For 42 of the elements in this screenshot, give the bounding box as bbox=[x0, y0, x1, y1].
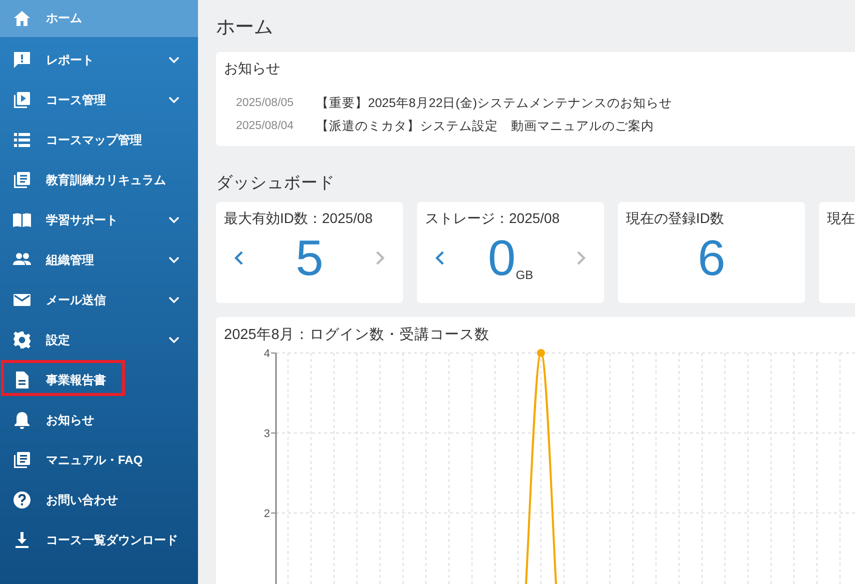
chart-title: 2025年8月：ログイン数・受講コース数 bbox=[224, 326, 490, 344]
stat-title: 現在 bbox=[827, 210, 855, 228]
notice-link[interactable]: 【重要】2025年8月22日(金)システムメンテナンスのお知らせ bbox=[316, 92, 672, 115]
stat-value: 0 bbox=[488, 230, 516, 286]
card-title: お知らせ bbox=[224, 60, 280, 78]
sidebar-item[interactable]: コースマップ管理 bbox=[0, 120, 198, 160]
stat-value: 5 bbox=[296, 230, 324, 286]
stat-value: 6 bbox=[698, 230, 726, 286]
menu-item-icon bbox=[12, 8, 32, 28]
sidebar-item[interactable]: メール送信 bbox=[0, 280, 198, 320]
notice-date: 2025/08/05 bbox=[236, 96, 295, 111]
data-point bbox=[537, 349, 545, 357]
sidebar-item[interactable]: コース一覧ダウンロード bbox=[0, 520, 198, 560]
axis-tick-label: 3 bbox=[264, 428, 270, 440]
axis-tick-label: 4 bbox=[264, 348, 270, 360]
sidebar-item[interactable]: 設定 bbox=[0, 320, 198, 360]
unit-label: GB bbox=[516, 268, 534, 282]
sidebar-item[interactable]: 事業報告書 bbox=[0, 360, 198, 400]
menu-item-icon bbox=[12, 330, 32, 350]
menu-item-icon bbox=[12, 490, 32, 510]
menu-item-icon bbox=[12, 130, 32, 150]
stat-title: 現在の登録ID数 bbox=[626, 210, 724, 228]
notice-link[interactable]: 【派遣のミカタ】システム設定 動画マニュアルのご案内 bbox=[316, 115, 654, 138]
sidebar-item[interactable]: レポート bbox=[0, 40, 198, 80]
sidebar-item[interactable]: お知らせ bbox=[0, 400, 198, 440]
sidebar-item[interactable]: コース管理 bbox=[0, 80, 198, 120]
sidebar-item[interactable]: 学習サポート bbox=[0, 200, 198, 240]
menu-item-icon bbox=[12, 170, 32, 190]
page-title: ホーム bbox=[216, 16, 273, 40]
menu-item-icon bbox=[12, 50, 32, 70]
notice-date: 2025/08/04 bbox=[236, 119, 295, 134]
menu-item-icon bbox=[12, 450, 32, 470]
stat-title: 最大有効ID数：2025/08 bbox=[224, 210, 373, 228]
sidebar-item[interactable]: 教育訓練カリキュラム bbox=[0, 160, 198, 200]
menu-item-icon bbox=[12, 410, 32, 430]
section-title: ダッシュボード bbox=[216, 173, 335, 194]
axis-tick-label: 2 bbox=[264, 508, 270, 520]
menu-item-icon bbox=[12, 90, 32, 110]
sidebar-item[interactable]: 組織管理 bbox=[0, 240, 198, 280]
stat-title: ストレージ：2025/08 bbox=[425, 210, 560, 228]
sidebar-item[interactable]: マニュアル・FAQ bbox=[0, 440, 198, 480]
sidebar-item[interactable]: お問い合わせ bbox=[0, 480, 198, 520]
